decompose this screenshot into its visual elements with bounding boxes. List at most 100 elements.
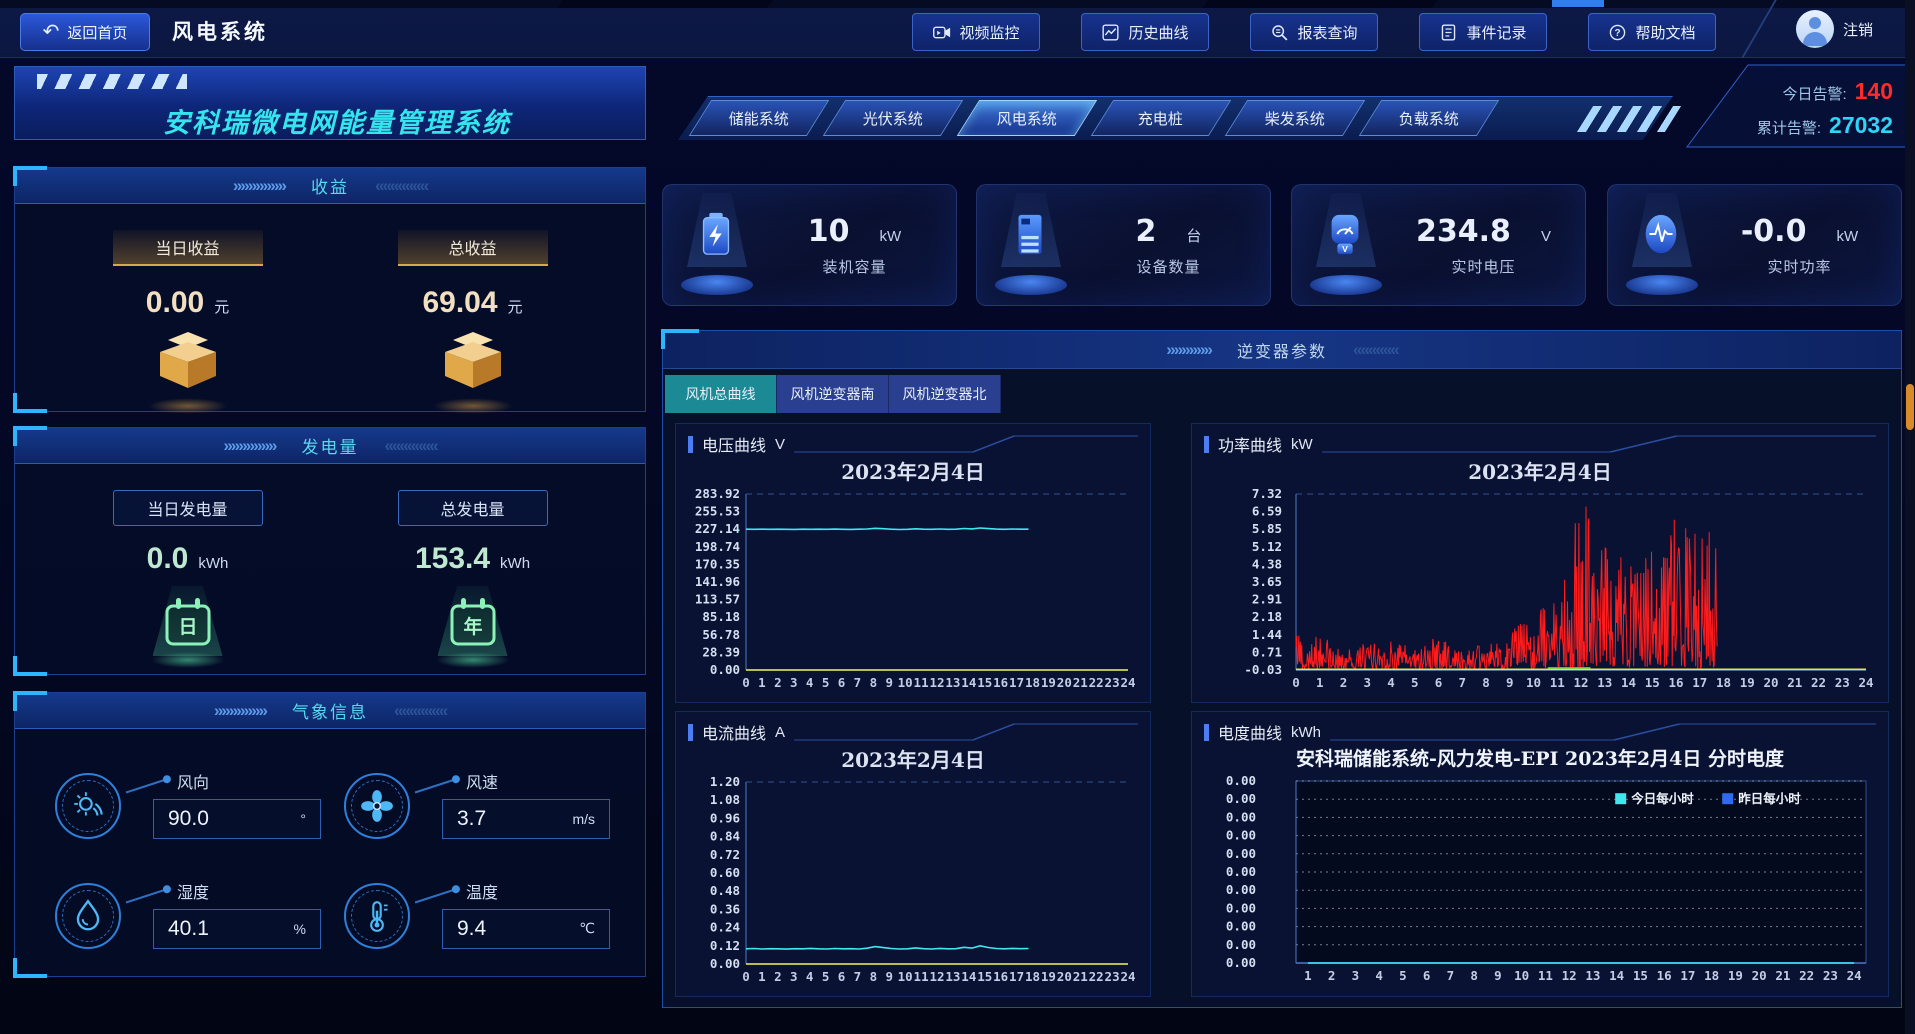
- svg-text:227.14: 227.14: [695, 521, 740, 536]
- svg-text:14: 14: [1621, 675, 1636, 690]
- help-button[interactable]: ? 帮助文档: [1588, 13, 1716, 51]
- battery-icon: [693, 211, 739, 257]
- weather-item-风向: 风向 90.0 °: [41, 747, 330, 857]
- pedestal-decor: [1310, 275, 1382, 295]
- svg-text:?: ?: [1615, 28, 1621, 39]
- svg-text:0.00: 0.00: [1226, 919, 1256, 934]
- svg-text:今日每小时: 今日每小时: [1630, 791, 1694, 806]
- revenue-item-value: 0.00: [146, 286, 204, 320]
- svg-text:19: 19: [1728, 968, 1743, 983]
- svg-text:17: 17: [1680, 968, 1695, 983]
- curve-button[interactable]: 历史曲线: [1081, 13, 1209, 51]
- system-tab-0[interactable]: 储能系统: [689, 100, 829, 136]
- svg-text:12: 12: [1562, 968, 1577, 983]
- svg-text:12: 12: [1573, 675, 1588, 690]
- system-tab-5[interactable]: 负载系统: [1359, 100, 1499, 136]
- svg-text:24: 24: [1847, 968, 1862, 983]
- svg-text:20: 20: [1763, 675, 1778, 690]
- generation-panel-title: 发电量: [302, 433, 359, 458]
- weather-item-风速: 风速 3.7 m/s: [330, 747, 619, 857]
- system-tab-label: 风电系统: [997, 108, 1057, 129]
- system-tab-1[interactable]: 光伏系统: [823, 100, 963, 136]
- svg-text:7: 7: [854, 675, 862, 690]
- nav-button-label: 帮助文档: [1635, 22, 1695, 43]
- svg-text:0.00: 0.00: [1226, 809, 1256, 824]
- svg-text:170.35: 170.35: [695, 556, 740, 571]
- svg-text:18: 18: [1704, 968, 1719, 983]
- logout-button[interactable]: 注销: [1843, 19, 1873, 40]
- svg-text:11: 11: [1550, 675, 1565, 690]
- deco-line: [1330, 720, 1876, 744]
- video-button[interactable]: 视频监控: [912, 13, 1040, 51]
- chart-title: 电压曲线: [702, 432, 766, 456]
- report-button[interactable]: 报表查询: [1250, 13, 1378, 51]
- weather-value-box: 3.7 m/s: [442, 799, 610, 839]
- system-tab-4[interactable]: 柴发系统: [1225, 100, 1365, 136]
- stat-card-设备数量: 2 台 设备数量: [976, 184, 1271, 306]
- weather-item-value: 9.4: [457, 917, 486, 941]
- svg-text:0.96: 0.96: [710, 810, 740, 825]
- weather-item-value: 90.0: [168, 807, 209, 831]
- stat-unit: kW: [880, 228, 902, 245]
- title-tag-decor: [688, 724, 693, 741]
- deco-line: [1322, 432, 1876, 456]
- scrollbar-track[interactable]: [1905, 0, 1915, 1034]
- scrollbar-thumb[interactable]: [1906, 384, 1914, 430]
- pedestal-decor: [995, 275, 1067, 295]
- system-tab-2[interactable]: 风电系统: [957, 100, 1097, 136]
- page-title: 风电系统: [172, 16, 268, 46]
- nav-button-group: 视频监控 历史曲线 报表查询 事件记录? 帮助文档: [912, 13, 1716, 51]
- svg-text:3.65: 3.65: [1252, 574, 1282, 589]
- svg-text:0.00: 0.00: [1226, 955, 1256, 970]
- back-home-button[interactable]: ↶ 返回首页: [20, 13, 150, 51]
- event-button[interactable]: 事件记录: [1419, 13, 1547, 51]
- top-decor-shape: [1202, 0, 1438, 8]
- nav-button-label: 报表查询: [1297, 22, 1357, 43]
- svg-text:20: 20: [1057, 969, 1072, 984]
- svg-text:5.12: 5.12: [1252, 539, 1282, 554]
- svg-text:19: 19: [1740, 675, 1755, 690]
- chevrons-left-decor: «««««««: [394, 701, 446, 721]
- svg-text:17: 17: [1009, 675, 1024, 690]
- gold-glow-decor: [148, 398, 228, 414]
- svg-text:6: 6: [838, 675, 846, 690]
- svg-text:12: 12: [929, 969, 944, 984]
- svg-text:11: 11: [914, 675, 929, 690]
- stat-value: 234.8: [1416, 214, 1511, 249]
- svg-text:2: 2: [774, 969, 782, 984]
- svg-text:2.18: 2.18: [1252, 609, 1282, 624]
- weather-item-温度: 温度 9.4 ℃: [330, 857, 619, 967]
- weather-item-湿度: 湿度 40.1 %: [41, 857, 330, 967]
- chart-header: 电压曲线 V: [688, 432, 1138, 456]
- pedestal-decor: [1626, 275, 1698, 295]
- svg-text:23: 23: [1105, 969, 1120, 984]
- system-tab-3[interactable]: 充电桩: [1091, 100, 1231, 136]
- svg-text:6: 6: [838, 969, 846, 984]
- svg-text:15: 15: [977, 675, 992, 690]
- stat-icon-wrap: [663, 185, 767, 305]
- system-tabs: 储能系统光伏系统风电系统充电桩柴发系统负载系统: [700, 100, 1488, 136]
- svg-text:7: 7: [1447, 968, 1455, 983]
- svg-text:141.96: 141.96: [695, 574, 740, 589]
- generation-panel: »»»»»»» 发电量 ««««««« 当日发电量 0.0 kWh 日总发电量 …: [14, 427, 646, 675]
- user-avatar[interactable]: [1796, 10, 1834, 48]
- svg-text:283.92: 283.92: [695, 486, 740, 501]
- svg-text:0.60: 0.60: [710, 865, 740, 880]
- svg-text:5.85: 5.85: [1252, 521, 1282, 536]
- svg-text:20: 20: [1752, 968, 1767, 983]
- top-decor-shape: [557, 0, 773, 8]
- svg-text:7.32: 7.32: [1252, 486, 1282, 501]
- weather-item-label: 风向: [177, 769, 209, 793]
- back-home-label: 返回首页: [67, 22, 127, 43]
- chart-title: 电流曲线: [702, 720, 766, 744]
- svg-text:3: 3: [1363, 675, 1371, 690]
- stat-card-实时功率: -0.0 kW 实时功率: [1607, 184, 1902, 306]
- svg-text:7: 7: [1458, 675, 1466, 690]
- svg-text:3: 3: [790, 675, 798, 690]
- svg-text:22: 22: [1089, 675, 1104, 690]
- revenue-item-label: 总收益: [398, 230, 548, 266]
- stat-card-装机容量: 10 kW 装机容量: [662, 184, 957, 306]
- svg-text:16: 16: [993, 675, 1008, 690]
- chart-header: 电流曲线 A: [688, 720, 1138, 744]
- revenue-item-value: 69.04: [422, 286, 497, 320]
